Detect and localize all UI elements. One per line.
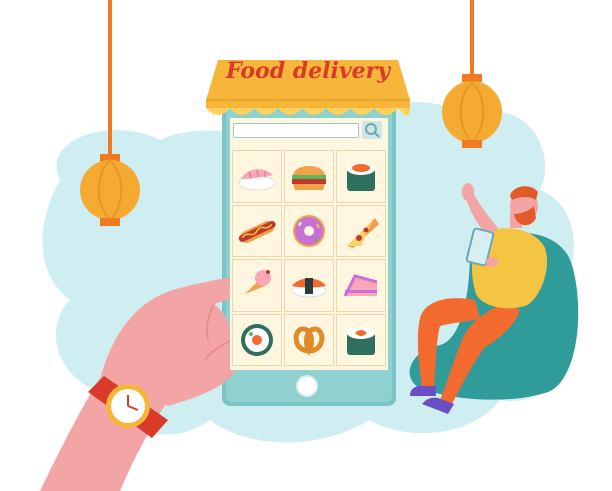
food-item-cake[interactable] (336, 259, 386, 312)
maki-roll-icon (241, 323, 273, 356)
food-item-hotdog[interactable] (232, 204, 282, 257)
search-input[interactable] (233, 123, 359, 138)
home-button[interactable] (296, 375, 318, 397)
food-item-shrimp-sushi[interactable] (232, 150, 282, 203)
food-item-burger[interactable] (284, 150, 334, 203)
food-item-maki-roll[interactable] (232, 313, 282, 366)
lantern-cord-right (470, 0, 474, 76)
food-item-ice-cream[interactable] (232, 259, 282, 312)
food-item-salmon-nigiri[interactable] (284, 259, 334, 312)
pretzel-icon (293, 326, 325, 356)
app-title: Food delivery (225, 58, 391, 84)
hotdog-icon (238, 220, 276, 243)
lantern-cord-left (108, 0, 112, 156)
search-icon (362, 121, 382, 139)
burger-icon (292, 166, 326, 191)
food-item-salmon-roll[interactable] (336, 313, 386, 366)
search-button[interactable] (362, 121, 382, 139)
sushi-roll-icon (347, 163, 375, 192)
ice-cream-cone-icon (245, 270, 271, 295)
pizza-slice-icon (347, 217, 379, 248)
food-item-sushi-roll[interactable] (336, 150, 386, 203)
donut-icon (293, 214, 325, 247)
food-item-pizza[interactable] (336, 204, 386, 257)
food-item-pretzel[interactable] (284, 313, 334, 366)
shrimp-sushi-icon (238, 169, 276, 191)
salmon-nigiri-icon (291, 278, 327, 298)
food-menu-grid (232, 150, 386, 366)
food-item-donut[interactable] (284, 204, 334, 257)
salmon-roll-icon (347, 326, 375, 355)
cake-slice-icon (343, 274, 378, 297)
